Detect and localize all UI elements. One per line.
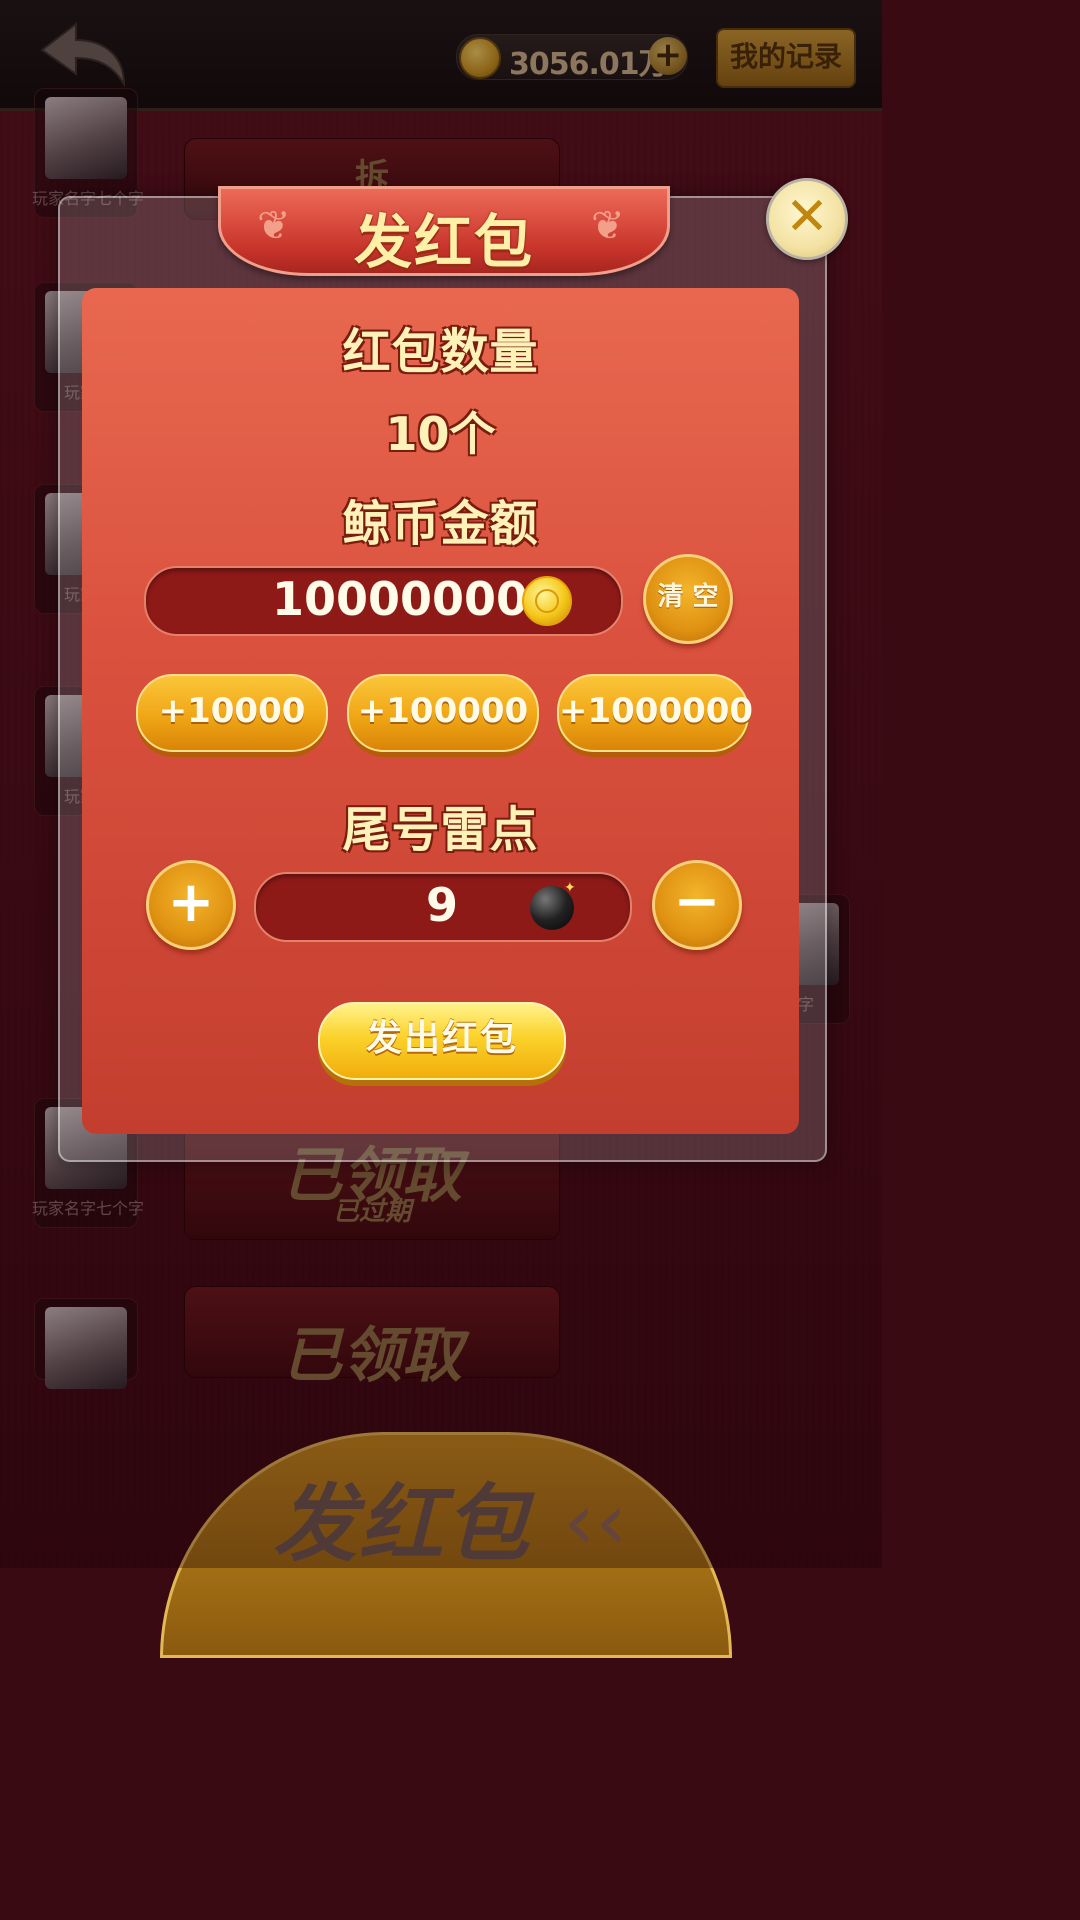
- amount-value: 10000000: [272, 572, 529, 626]
- send-red-packet-button[interactable]: 发出红包: [318, 1002, 566, 1080]
- mine-label: 尾号雷点: [342, 802, 539, 858]
- add-10000-button[interactable]: +10000: [136, 674, 328, 752]
- increase-mine-button[interactable]: +: [146, 860, 236, 950]
- add-100000-button[interactable]: +100000: [347, 674, 539, 752]
- amount-input[interactable]: 10000000: [144, 566, 623, 636]
- decrease-mine-button[interactable]: −: [652, 860, 742, 950]
- amount-label: 鲸币金额: [342, 496, 539, 552]
- close-icon: ✕: [785, 187, 829, 247]
- fuse-spark-icon: ✦: [564, 880, 576, 896]
- mine-value: 9: [426, 878, 459, 932]
- add-1000000-button[interactable]: +1000000: [557, 674, 753, 752]
- clear-button[interactable]: 清 空: [643, 554, 733, 644]
- count-value: 10个: [385, 407, 496, 461]
- coin-icon: [522, 576, 572, 626]
- close-button[interactable]: ✕: [766, 178, 848, 260]
- count-label: 红包数量: [342, 324, 539, 380]
- mine-number-field[interactable]: 9 ✦: [254, 872, 632, 942]
- laurel-right-icon: ❦: [591, 203, 625, 249]
- dialog-title-banner: ❦ 发红包 ❦: [218, 186, 670, 276]
